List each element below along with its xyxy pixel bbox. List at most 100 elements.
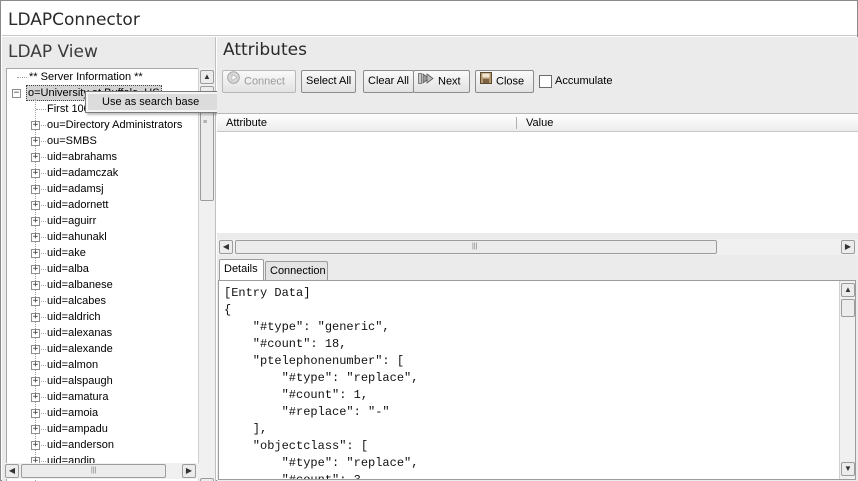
tree-connector-line <box>41 301 46 302</box>
next-icon <box>418 71 434 92</box>
tree-item-label: uid=anderson <box>47 439 114 451</box>
connect-button[interactable]: Connect <box>222 70 296 93</box>
tree-horizontal-scrollbar[interactable]: ◀ ||| ▶ <box>5 463 199 479</box>
expand-icon[interactable]: + <box>31 297 40 306</box>
table-grip-icon: ||| <box>472 243 478 250</box>
tree-connector-line <box>41 317 46 318</box>
tree-item-label: uid=abrahams <box>47 151 118 163</box>
tree-item-label: uid=almon <box>47 359 99 371</box>
column-header-attribute[interactable]: Attribute <box>217 114 517 132</box>
tree-connector-line <box>36 109 46 110</box>
tree-connector-line <box>41 269 46 270</box>
scroll-up-icon[interactable]: ▲ <box>200 70 214 84</box>
tree-item-label: uid=alspaugh <box>47 375 113 387</box>
close-button[interactable]: Close <box>475 70 534 93</box>
expand-icon[interactable]: + <box>31 425 40 434</box>
expand-icon[interactable]: + <box>31 233 40 242</box>
grip-icon: ≡ <box>203 119 208 126</box>
expand-icon[interactable]: + <box>31 345 40 354</box>
app-title: LDAPConnector <box>8 10 140 30</box>
scroll-left-icon[interactable]: ◀ <box>5 464 19 478</box>
expand-icon[interactable]: + <box>31 313 40 322</box>
expand-icon[interactable]: + <box>31 201 40 210</box>
details-pane[interactable]: [Entry Data] { "#type": "generic", "#cou… <box>218 280 856 480</box>
tree-item-label: uid=adamsj <box>47 183 104 195</box>
expand-icon[interactable]: + <box>31 137 40 146</box>
tree-item-label: uid=alexanas <box>47 327 113 339</box>
column-header-value[interactable]: Value <box>517 114 858 132</box>
tree-item-label: ** Server Information ** <box>29 71 143 83</box>
expand-icon[interactable]: + <box>31 185 40 194</box>
tree-connector-line <box>17 77 27 78</box>
expand-icon[interactable]: + <box>31 265 40 274</box>
tree-item-label: uid=adamczak <box>47 167 119 179</box>
tree-item-label: ou=Directory Administrators <box>47 119 183 131</box>
tree-connector-line <box>41 445 46 446</box>
collapse-icon[interactable]: − <box>12 89 21 98</box>
expand-icon[interactable]: + <box>31 377 40 386</box>
tab-details[interactable]: Details <box>219 259 264 281</box>
hgrip-icon: ||| <box>91 467 97 474</box>
tree-connector-line <box>41 221 46 222</box>
expand-icon[interactable]: + <box>31 153 40 162</box>
tree-item-label: uid=amatura <box>47 391 109 403</box>
scroll-right-icon[interactable]: ▶ <box>182 464 196 478</box>
expand-icon[interactable]: + <box>31 409 40 418</box>
expand-icon[interactable]: + <box>31 329 40 338</box>
tree-vertical-scrollbar[interactable]: ▲ ≡ ▼ <box>198 68 215 481</box>
play-icon <box>227 71 240 92</box>
table-horizontal-scrollbar[interactable]: ◀ ||| ▶ <box>217 239 858 255</box>
expand-icon[interactable]: + <box>31 249 40 258</box>
expand-icon[interactable]: + <box>31 169 40 178</box>
tree-connector-line <box>41 285 46 286</box>
details-scroll-down-icon[interactable]: ▼ <box>841 462 855 476</box>
details-vertical-scrollbar[interactable]: ▲ ▼ <box>839 281 855 479</box>
tree-connector-line <box>41 413 46 414</box>
tree-item-label: uid=alexande <box>47 343 113 355</box>
accumulate-label: Accumulate <box>555 75 613 87</box>
context-menu: Use as search base <box>85 91 221 113</box>
details-tabs: Details Connection <box>217 259 858 281</box>
expand-icon[interactable]: + <box>31 441 40 450</box>
tree-connector-line <box>41 333 46 334</box>
tree-item-label: uid=ake <box>47 247 86 259</box>
tab-connection[interactable]: Connection <box>265 261 328 281</box>
table-scroll-right-icon[interactable]: ▶ <box>841 240 855 254</box>
expand-icon[interactable]: + <box>31 393 40 402</box>
attributes-table[interactable]: Attribute Value <box>217 113 858 233</box>
title-bar: LDAPConnector <box>2 2 857 36</box>
tree-item-label: ou=SMBS <box>47 135 97 147</box>
expand-icon[interactable]: + <box>31 121 40 130</box>
expand-icon[interactable]: + <box>31 361 40 370</box>
tree-connector-line <box>41 173 46 174</box>
expand-icon[interactable]: + <box>31 281 40 290</box>
details-scroll-thumb[interactable] <box>841 299 855 317</box>
tree-connector-line <box>41 365 46 366</box>
details-scroll-up-icon[interactable]: ▲ <box>841 283 855 297</box>
accumulate-checkbox[interactable] <box>539 75 552 88</box>
ldap-view-heading: LDAP View <box>8 42 98 62</box>
app-window: LDAPConnector LDAP View ** Server Inform… <box>0 0 858 481</box>
attributes-heading: Attributes <box>223 40 307 60</box>
tree-item-label: uid=aldrich <box>47 311 101 323</box>
tree-item-label: uid=ampadu <box>47 423 108 435</box>
expand-icon[interactable]: + <box>31 217 40 226</box>
ldap-tree[interactable]: ** Server Information **−o=University at… <box>6 68 200 481</box>
clear-all-button[interactable]: Clear All <box>363 70 414 93</box>
select-all-button[interactable]: Select All <box>301 70 357 93</box>
table-scroll-left-icon[interactable]: ◀ <box>219 240 233 254</box>
tree-item-label: uid=alcabes <box>47 295 107 307</box>
tree-item-label: uid=ahunakl <box>47 231 107 243</box>
tree-item-label: uid=amoia <box>47 407 99 419</box>
tree-item-label: uid=adornett <box>47 199 109 211</box>
tree-item-label: uid=aguirr <box>47 215 97 227</box>
tree-item-label: uid=albanese <box>47 279 113 291</box>
entry-data-text: [Entry Data] { "#type": "generic", "#cou… <box>224 286 419 480</box>
tree-connector-line <box>41 141 46 142</box>
tree-connector-line <box>41 189 46 190</box>
tree-connector-line <box>41 349 46 350</box>
next-button[interactable]: Next <box>413 70 470 93</box>
use-as-search-base-menu-item[interactable]: Use as search base <box>88 94 218 110</box>
tree-connector-line <box>41 429 46 430</box>
attributes-panel: Attributes Connect Select All Clear All … <box>217 37 858 481</box>
